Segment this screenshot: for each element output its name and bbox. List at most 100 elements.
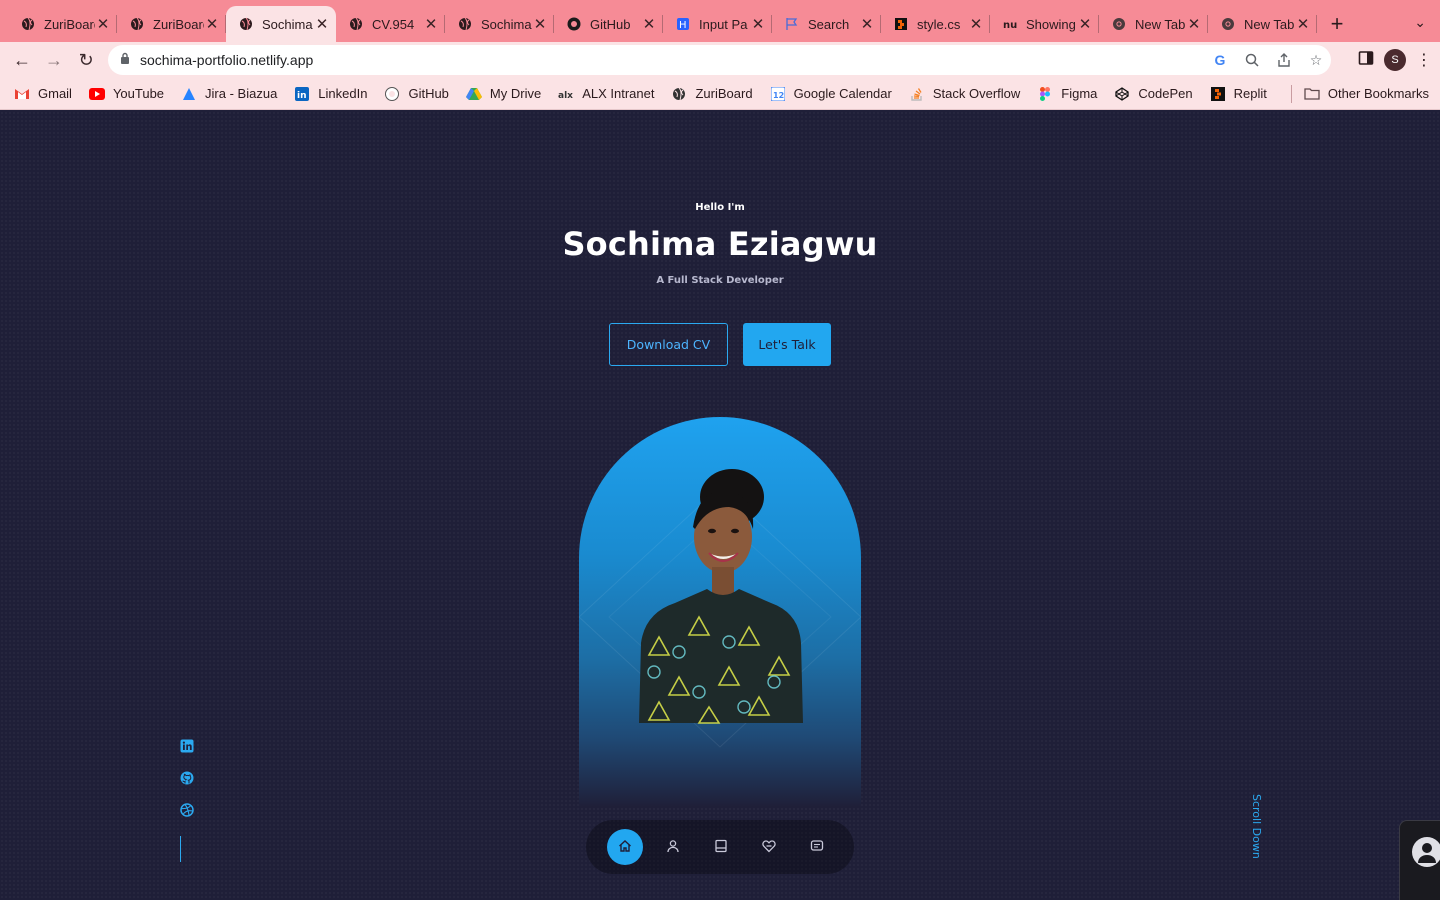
download-cv-button[interactable]: Download CV bbox=[609, 323, 728, 366]
url-text[interactable]: sochima-portfolio.netlify.app bbox=[140, 52, 313, 68]
tab-8[interactable]: style.cs ✕ bbox=[881, 6, 990, 42]
close-tab-icon[interactable]: ✕ bbox=[750, 15, 766, 33]
zoom-icon[interactable] bbox=[1243, 51, 1261, 69]
bookmark-label: CodePen bbox=[1138, 86, 1193, 101]
bookmark-star-icon[interactable]: ☆ bbox=[1307, 51, 1325, 69]
bookmark-alx-intranet[interactable]: alx ALX Intranet bbox=[558, 86, 654, 102]
github-icon bbox=[566, 16, 582, 32]
close-tab-icon[interactable]: ✕ bbox=[204, 15, 220, 33]
bookmark-linkedin[interactable]: in LinkedIn bbox=[294, 86, 367, 102]
home-icon bbox=[618, 838, 632, 857]
tab-0[interactable]: ZuriBoard✕ bbox=[8, 6, 117, 42]
tab-title: Input Pa bbox=[699, 16, 748, 32]
chrome-icon bbox=[1220, 16, 1236, 32]
hero-name: Sochima Eziagwu bbox=[562, 225, 878, 263]
tab-9[interactable]: nu Showing ✕ bbox=[990, 6, 1099, 42]
tab-10[interactable]: New Tab ✕ bbox=[1099, 6, 1208, 42]
tab-7[interactable]: Search ✕ bbox=[772, 6, 881, 42]
tab-2[interactable]: Sochima ✕ bbox=[226, 6, 336, 42]
menu-kebab-icon[interactable]: ⋮ bbox=[1416, 50, 1432, 70]
forward-button[interactable]: → bbox=[38, 44, 70, 76]
bookmark-label: Gmail bbox=[38, 86, 72, 101]
nav-services[interactable] bbox=[751, 829, 787, 865]
hero-role: A Full Stack Developer bbox=[656, 275, 784, 286]
drive-icon bbox=[465, 86, 482, 102]
chat-widget[interactable] bbox=[1399, 820, 1440, 900]
bookmark-figma[interactable]: Figma bbox=[1037, 86, 1097, 102]
bookmark-github[interactable]: GitHub bbox=[384, 86, 449, 102]
bookmark-replit[interactable]: Replit bbox=[1210, 86, 1267, 102]
hashnode-icon: H bbox=[675, 16, 691, 32]
tab-4[interactable]: Sochima ✕ bbox=[445, 6, 554, 42]
back-button[interactable]: ← bbox=[6, 44, 38, 76]
close-tab-icon[interactable]: ✕ bbox=[1186, 15, 1202, 33]
tab-3[interactable]: CV.954 ✕ bbox=[336, 6, 445, 42]
nav-experience[interactable] bbox=[703, 829, 739, 865]
nav-home[interactable] bbox=[607, 829, 643, 865]
bookmark-zuriboard[interactable]: ZuriBoard bbox=[671, 86, 753, 102]
tab-title: ZuriBoard bbox=[44, 16, 95, 32]
nu-icon: nu bbox=[1002, 16, 1018, 32]
close-tab-icon[interactable]: ✕ bbox=[968, 15, 984, 33]
bookmark-google-calendar[interactable]: 12 Google Calendar bbox=[770, 86, 892, 102]
close-tab-icon[interactable]: ✕ bbox=[95, 15, 111, 33]
bookmark-jira-biazua[interactable]: Jira - Biazua bbox=[181, 86, 277, 102]
tab-title: Sochima bbox=[481, 16, 532, 32]
share-icon[interactable] bbox=[1275, 51, 1293, 69]
tab-5[interactable]: GitHub ✕ bbox=[554, 6, 663, 42]
globe-icon bbox=[129, 16, 145, 32]
portfolio-page: Hello I'm Sochima Eziagwu A Full Stack D… bbox=[0, 111, 1440, 900]
tab-title: Sochima bbox=[262, 16, 313, 32]
tab-title: New Tab bbox=[1244, 16, 1295, 32]
reload-button[interactable]: ↻ bbox=[70, 44, 102, 76]
bottom-nav bbox=[586, 820, 854, 874]
dribbble-icon[interactable] bbox=[180, 803, 194, 817]
nav-about[interactable] bbox=[655, 829, 691, 865]
bookmark-codepen[interactable]: CodePen bbox=[1114, 86, 1193, 102]
tab-1[interactable]: ZuriBoard✕ bbox=[117, 6, 226, 42]
bookmark-list: Gmail YouTube Jira - Biazua in LinkedIn GitHu… bbox=[14, 86, 1284, 102]
profile-avatar[interactable]: S bbox=[1384, 49, 1406, 71]
github-icon[interactable] bbox=[180, 771, 194, 785]
new-tab-button[interactable]: + bbox=[1317, 6, 1357, 42]
nav-contact[interactable] bbox=[799, 829, 835, 865]
bookmark-my-drive[interactable]: My Drive bbox=[465, 86, 542, 102]
tab-search-chevron-icon[interactable]: ⌄ bbox=[1414, 14, 1426, 31]
close-tab-icon[interactable]: ✕ bbox=[532, 15, 548, 33]
tab-title: Search bbox=[808, 16, 850, 32]
bookmark-divider bbox=[1291, 84, 1292, 103]
globe-icon bbox=[348, 16, 364, 32]
globe-icon bbox=[20, 16, 36, 32]
tab-11[interactable]: New Tab ✕ bbox=[1208, 6, 1317, 42]
google-lens-icon[interactable]: G bbox=[1211, 51, 1229, 69]
lock-icon[interactable] bbox=[120, 51, 130, 69]
svg-text:nu: nu bbox=[1003, 20, 1017, 31]
bookmark-label: Figma bbox=[1061, 86, 1098, 101]
other-bookmarks[interactable]: Other Bookmarks bbox=[1304, 86, 1429, 102]
side-panel-icon[interactable] bbox=[1358, 50, 1374, 71]
tab-separator bbox=[1316, 15, 1317, 33]
bookmark-label: My Drive bbox=[489, 86, 542, 101]
gmail-icon bbox=[14, 86, 30, 102]
hero-greeting: Hello I'm bbox=[695, 202, 745, 213]
tab-list: ZuriBoard✕ZuriBoard✕Sochima✕CV.954✕Sochi… bbox=[8, 6, 1317, 42]
bookmark-youtube[interactable]: YouTube bbox=[88, 86, 165, 102]
close-tab-icon[interactable]: ✕ bbox=[423, 15, 439, 33]
lets-talk-button[interactable]: Let's Talk bbox=[743, 323, 831, 366]
close-tab-icon[interactable]: ✕ bbox=[314, 15, 330, 33]
bookmark-gmail[interactable]: Gmail bbox=[14, 86, 72, 102]
scroll-down-link[interactable]: Scroll Down bbox=[1250, 794, 1263, 859]
address-bar[interactable]: sochima-portfolio.netlify.app G ☆ bbox=[108, 45, 1331, 75]
bookmark-label: Google Calendar bbox=[793, 86, 892, 101]
close-tab-icon[interactable]: ✕ bbox=[1295, 15, 1311, 33]
close-tab-icon[interactable]: ✕ bbox=[641, 15, 657, 33]
bookmark-stack-overflow[interactable]: Stack Overflow bbox=[909, 86, 1020, 102]
bookmark-label: YouTube bbox=[112, 86, 165, 101]
linkedin-icon[interactable] bbox=[180, 739, 194, 753]
globe-icon bbox=[238, 16, 254, 32]
tab-6[interactable]: H Input Pa ✕ bbox=[663, 6, 772, 42]
other-bookmarks-label: Other Bookmarks bbox=[1327, 86, 1429, 101]
svg-text:alx: alx bbox=[558, 91, 573, 100]
close-tab-icon[interactable]: ✕ bbox=[859, 15, 875, 33]
close-tab-icon[interactable]: ✕ bbox=[1077, 15, 1093, 33]
